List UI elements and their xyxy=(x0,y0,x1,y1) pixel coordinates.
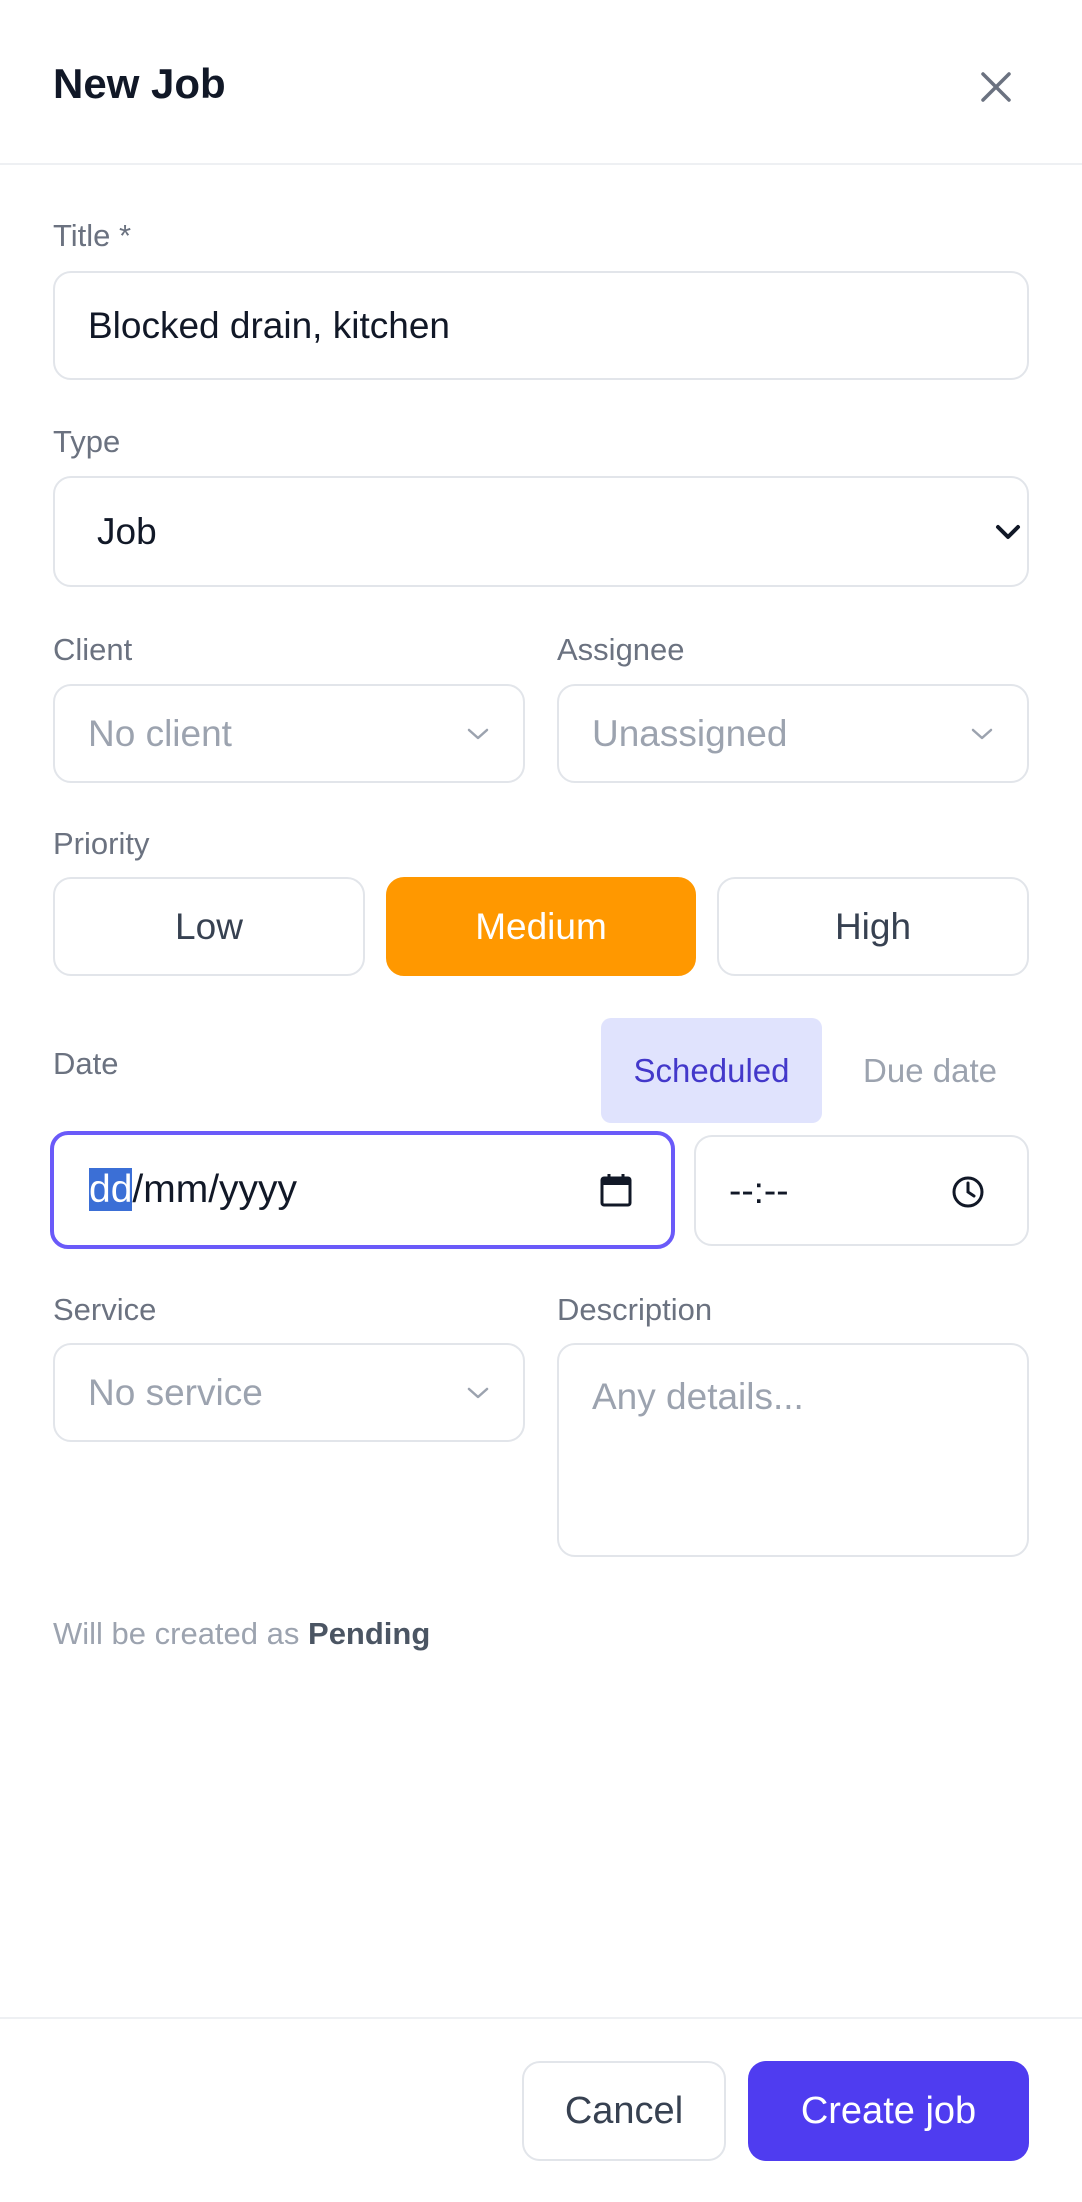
type-select-value: Job xyxy=(97,510,157,552)
calendar-icon[interactable] xyxy=(599,1172,633,1208)
create-job-button[interactable]: Create job xyxy=(748,2061,1029,2161)
priority-medium-button[interactable]: Medium xyxy=(386,877,696,976)
type-select[interactable]: Job xyxy=(53,476,1029,587)
client-select[interactable]: No client xyxy=(53,684,525,783)
status-note: Will be created as Pending xyxy=(53,1616,430,1652)
assignee-select-placeholder: Unassigned xyxy=(592,712,788,754)
date-rest-segment: /mm/yyyy xyxy=(132,1168,298,1211)
description-textarea[interactable]: Any details... xyxy=(557,1343,1029,1557)
assignee-label: Assignee xyxy=(557,632,685,667)
title-label: Title * xyxy=(53,218,132,253)
title-input[interactable]: Blocked drain, kitchen xyxy=(53,271,1029,380)
date-input[interactable]: dd/mm/yyyy xyxy=(50,1131,675,1249)
description-placeholder: Any details... xyxy=(592,1376,804,1417)
date-day-segment: dd xyxy=(89,1168,133,1211)
title-input-value: Blocked drain, kitchen xyxy=(88,304,450,346)
status-note-value: Pending xyxy=(308,1616,431,1651)
service-select-placeholder: No service xyxy=(88,1371,263,1413)
priority-high-button[interactable]: High xyxy=(717,877,1029,976)
date-input-value: dd/mm/yyyy xyxy=(89,1168,297,1212)
chevron-down-icon xyxy=(467,1387,489,1398)
chevron-down-icon xyxy=(467,728,489,739)
service-select[interactable]: No service xyxy=(53,1343,525,1442)
clock-icon[interactable] xyxy=(950,1174,986,1210)
close-button[interactable] xyxy=(975,66,1017,108)
service-label: Service xyxy=(53,1292,157,1327)
chevron-down-icon xyxy=(971,728,993,739)
tab-scheduled[interactable]: Scheduled xyxy=(601,1018,822,1123)
client-select-placeholder: No client xyxy=(88,712,232,754)
tab-due-date[interactable]: Due date xyxy=(838,1018,1022,1123)
dialog-title: New Job xyxy=(53,60,226,107)
close-icon xyxy=(981,72,1011,102)
time-input-value: --:-- xyxy=(729,1169,789,1211)
dialog-header: New Job xyxy=(0,0,1082,165)
status-note-prefix: Will be created as xyxy=(53,1616,300,1651)
assignee-select[interactable]: Unassigned xyxy=(557,684,1029,783)
type-label: Type xyxy=(53,424,121,459)
cancel-button[interactable]: Cancel xyxy=(522,2061,726,2161)
time-input[interactable]: --:-- xyxy=(694,1135,1029,1246)
client-label: Client xyxy=(53,632,133,667)
priority-low-button[interactable]: Low xyxy=(53,877,365,976)
footer-divider xyxy=(0,2017,1082,2019)
priority-label: Priority xyxy=(53,826,150,861)
chevron-down-icon xyxy=(996,524,1020,539)
date-label: Date xyxy=(53,1046,119,1081)
description-label: Description xyxy=(557,1292,713,1327)
